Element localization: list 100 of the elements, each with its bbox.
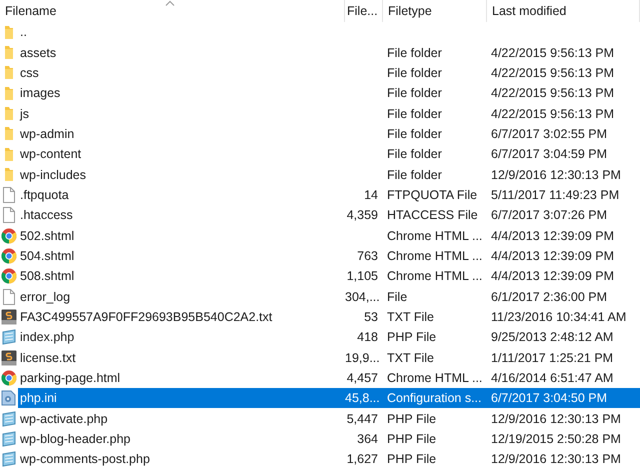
modified-date: 4/4/2013 12:39:09 PM [490,228,616,245]
modified-date: 12/9/2016 12:30:13 PM [490,451,622,468]
text-file-icon [1,308,17,325]
modified-date: 12/9/2016 12:30:13 PM [490,410,622,428]
modified-date: 4/22/2015 9:56:13 PM [490,44,616,62]
file-size: 304,... [345,288,381,306]
modified-date: 4/4/2013 12:39:09 PM [490,248,616,265]
file-type: Chrome HTML ... [386,228,484,245]
file-type: File folder [386,44,443,62]
script-file-icon [1,431,17,448]
browser-icon [1,248,17,264]
settings-file-icon [1,390,17,406]
file-name[interactable]: license.txt [18,348,79,368]
file-type: File folder [386,85,443,102]
file-name[interactable]: index.php [18,327,78,348]
file-size: 418 [356,329,379,346]
modified-date: 5/11/2017 11:49:23 PM [490,186,620,204]
file-type: FTPQUOTA File [386,186,478,204]
modified-date: 4/16/2014 6:51:47 AM [490,370,614,388]
file-size: 53 [363,308,379,326]
script-file-icon [1,410,17,427]
file-size: 14 [363,186,379,204]
file-name[interactable]: wp-blog-header.php [18,429,134,450]
modified-date: 6/7/2017 3:07:26 PM [490,207,608,224]
file-type: File folder [386,166,443,184]
file-name[interactable]: wp-content [18,144,84,164]
file-name[interactable]: wp-activate.php [18,408,111,429]
file-name[interactable]: 508.shtml [18,266,78,286]
file-name[interactable]: .ftpquota [18,184,72,205]
modified-date: 6/7/2017 3:02:55 PM [490,126,608,143]
document-icon [3,288,15,305]
file-name[interactable]: .. [18,22,30,42]
file-name[interactable]: css [18,62,42,83]
modified-date: 12/9/2016 12:30:13 PM [490,166,622,184]
file-type: PHP File [386,329,438,346]
file-type: PHP File [386,431,438,448]
folder-icon [4,24,14,40]
file-type: TXT File [386,308,435,326]
file-size: 763 [356,248,379,265]
file-size: 19,9... [345,350,381,367]
modified-date: 1/11/2017 1:25:21 PM [490,350,614,367]
file-type: PHP File [386,410,438,428]
file-name[interactable]: php.ini [18,388,345,408]
file-name[interactable]: assets [18,42,60,63]
file-size: 4,359 [346,207,379,224]
file-name[interactable]: 502.shtml [18,226,78,246]
text-file-icon [1,350,17,366]
file-name[interactable]: js [18,104,32,124]
folder-icon [4,65,14,80]
file-type: TXT File [386,350,435,367]
file-name[interactable]: wp-includes [18,164,90,185]
file-name[interactable]: wp-admin [18,124,78,144]
folder-icon [4,146,14,162]
file-type: Chrome HTML ... [386,248,484,265]
folder-icon [4,45,14,60]
file-type: Configuration s... [383,388,487,408]
folder-icon [4,167,14,182]
browser-icon [1,228,17,244]
document-icon [3,186,15,203]
column-header[interactable]: Filename [0,0,345,22]
file-name[interactable]: .htaccess [18,205,76,226]
folder-icon [4,126,14,142]
column-header[interactable]: File... [345,0,383,22]
browser-icon [1,268,17,284]
column-header[interactable]: Filetype [383,0,487,22]
file-name[interactable]: FA3C499557A9F0FF29693B95B540C2A2.txt [18,306,276,327]
file-type: File folder [386,64,443,82]
file-type: Chrome HTML ... [386,268,484,286]
folder-icon [4,106,14,122]
file-type: File [386,288,408,306]
modified-date: 4/4/2013 12:39:09 PM [490,268,616,286]
file-size: 5,447 [346,410,379,428]
file-name[interactable]: 504.shtml [18,246,78,266]
file-type: PHP File [386,451,438,468]
file-size: 4,457 [346,370,379,388]
modified-date: 6/7/2017 3:04:59 PM [490,146,608,164]
file-name[interactable]: error_log [18,286,74,307]
file-size: 364 [356,431,379,448]
file-size: 45,8... [345,388,383,408]
folder-icon [4,86,14,101]
script-file-icon [1,451,17,468]
script-file-icon [1,329,17,346]
modified-date: 12/19/2015 2:50:28 PM [490,431,622,448]
file-size: 1,105 [346,268,379,286]
file-type: File folder [386,146,443,164]
modified-date: 11/23/2016 10:34:41 AM [490,308,628,326]
file-size: 1,627 [346,451,379,468]
file-name[interactable]: images [18,83,64,104]
column-header[interactable]: Last modified [487,0,640,22]
modified-date: 4/22/2015 9:56:13 PM [490,106,616,123]
file-name[interactable]: parking-page.html [18,368,124,388]
modified-date: 4/22/2015 9:56:13 PM [490,85,616,102]
modified-date: 4/22/2015 9:56:13 PM [490,64,616,82]
modified-date: 6/7/2017 3:04:50 PM [487,388,640,408]
file-type: Chrome HTML ... [386,370,484,388]
modified-date: 9/25/2013 2:48:12 AM [490,329,614,346]
file-name[interactable]: wp-comments-post.php [18,449,153,470]
modified-date: 6/1/2017 2:36:00 PM [490,288,608,306]
file-type: File folder [386,106,443,123]
browser-icon [1,370,17,386]
